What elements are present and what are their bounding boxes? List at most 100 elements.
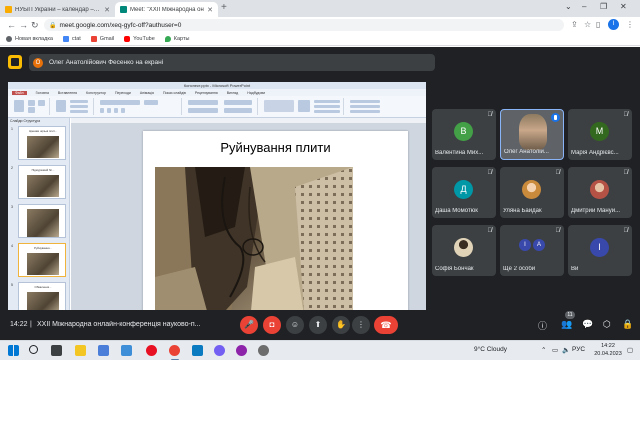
raise-hand-button[interactable]: ✋: [332, 316, 350, 334]
bookmark-maps[interactable]: Карты: [164, 36, 189, 42]
people-icon[interactable]: 👥: [561, 319, 572, 330]
task-view-icon[interactable]: [51, 345, 62, 356]
reload-icon[interactable]: ↻: [31, 19, 39, 31]
slide-editing-area: Руйнування плити: [71, 124, 426, 322]
bookmark-ctat[interactable]: ctat: [62, 36, 81, 42]
ribbon-group-font: [96, 98, 182, 115]
ribbon-tab-addins[interactable]: Надбудови: [247, 91, 265, 95]
participant-avatar: A: [533, 239, 545, 251]
chrome-icon[interactable]: [169, 345, 180, 356]
emoji-reactions-button[interactable]: ☺: [286, 316, 304, 334]
participant-tile[interactable]: 🎙̸ Д Даша Момотюк: [432, 167, 496, 218]
powerpoint-title-bar: Конспект.pptx - Microsoft PowerPoint: [8, 82, 426, 89]
more-options-button[interactable]: ⋮: [352, 316, 370, 334]
participant-name: Валентина Мих...: [435, 150, 484, 156]
teams-icon[interactable]: [192, 345, 203, 356]
host-controls-lock-icon[interactable]: 🔒: [622, 319, 633, 330]
tab-search-chevron-icon[interactable]: ⌄: [565, 2, 572, 11]
network-icon[interactable]: ▭: [552, 346, 558, 354]
activities-icon[interactable]: ⬡: [603, 319, 611, 330]
participant-tile[interactable]: 🎙̸ М Марія Андрієвс...: [568, 109, 632, 160]
bookmark-gmail[interactable]: Gmail: [90, 36, 114, 42]
slide-thumbnail[interactable]: 2 Підмурковий бл...: [11, 165, 66, 199]
opera-icon[interactable]: [146, 345, 157, 356]
tab-meet[interactable]: Meet: "XXII Міжнародна он ✕: [115, 2, 218, 17]
ribbon-tab-review[interactable]: Рецензування: [195, 91, 218, 95]
bookmark-star-icon[interactable]: ☆: [584, 20, 591, 29]
ribbon-tab-file[interactable]: Файл: [12, 90, 27, 95]
ribbon-tab-animations[interactable]: Анімація: [140, 91, 154, 95]
tray-chevron-icon[interactable]: ⌃: [541, 346, 546, 354]
participant-tile-speaking[interactable]: Олег Анатолій...: [500, 109, 564, 160]
participant-avatar: М: [590, 122, 609, 141]
meeting-info-icon[interactable]: ⓘ: [538, 319, 547, 332]
mic-muted-icon: 🎙̸: [487, 228, 493, 234]
windows-start-icon[interactable]: [8, 345, 19, 356]
mail-icon[interactable]: [121, 345, 132, 356]
participant-tile[interactable]: 🎙̸ Уляна Байдак: [500, 167, 564, 218]
mic-off-button[interactable]: 🎤: [240, 316, 258, 334]
new-tab-plus-icon[interactable]: +: [221, 2, 227, 13]
shared-screen[interactable]: Конспект.pptx - Microsoft PowerPoint Фай…: [8, 82, 426, 336]
chat-icon[interactable]: 💬: [582, 319, 593, 330]
taskbar-clock[interactable]: 14:22 20.04.2023: [590, 343, 626, 358]
sidebar-icon[interactable]: ▯: [596, 20, 600, 29]
current-slide[interactable]: Руйнування плити: [143, 131, 408, 322]
participant-avatar: Д: [454, 180, 473, 199]
participant-tile[interactable]: 🎙̸ Дмитрий Мануй...: [568, 167, 632, 218]
minimize-window-icon[interactable]: –: [582, 2, 586, 11]
youtube-icon: [124, 36, 131, 42]
ribbon-tab-slideshow[interactable]: Показ слайдів: [163, 91, 186, 95]
ribbon-tab-transitions[interactable]: Переходи: [115, 91, 131, 95]
ribbon-tab-design[interactable]: Конструктор: [86, 91, 106, 95]
tab-calendar[interactable]: НУБіП України – календар – нат ✕: [0, 2, 115, 17]
volume-icon[interactable]: 🔈: [562, 346, 570, 354]
present-screen-button[interactable]: ⬆: [309, 316, 327, 334]
app-store-icon[interactable]: [98, 345, 109, 356]
slide-thumbnail[interactable]: 1 Цінники щільні плит...: [11, 126, 66, 160]
search-icon[interactable]: [29, 345, 38, 354]
viber-icon[interactable]: [214, 345, 225, 356]
participant-name: Ще 2 особи: [503, 266, 536, 272]
kebab-menu-icon[interactable]: ⋮: [626, 20, 634, 29]
ribbon-tab-home[interactable]: Головна: [36, 91, 49, 95]
restore-window-icon[interactable]: ❐: [600, 2, 607, 11]
participant-count-badge: 11: [565, 311, 575, 319]
profile-avatar[interactable]: I: [608, 19, 619, 30]
slide-title: Руйнування плити: [220, 140, 331, 155]
share-icon[interactable]: ⇪: [571, 20, 578, 29]
close-tab-icon[interactable]: ✕: [207, 6, 213, 14]
maps-pin-icon: [164, 36, 171, 42]
back-arrow-icon[interactable]: ←: [7, 19, 16, 31]
participant-photo-avatar: [522, 180, 541, 199]
participant-video: [519, 114, 547, 150]
thumbnail-image: [27, 136, 59, 158]
settings-icon[interactable]: [258, 345, 269, 356]
participant-tile[interactable]: 🎙̸ Софія Бончак: [432, 225, 496, 276]
close-tab-icon[interactable]: ✕: [104, 6, 110, 14]
chrome-profile-icon[interactable]: [236, 345, 247, 356]
meet-window: O Олег Анатолійович Фесенко на екрані Ко…: [0, 47, 640, 340]
leave-call-button[interactable]: ☎: [374, 316, 398, 334]
ribbon-tab-insert[interactable]: Вставлення: [58, 91, 77, 95]
globe-icon: [6, 36, 12, 42]
participant-tile[interactable]: 🎙̸ В Валентина Мих...: [432, 109, 496, 160]
address-bar[interactable]: 🔒 meet.google.com/xeq-gyfc-off?authuser=…: [44, 19, 564, 31]
slide-thumbnail-selected[interactable]: 4 Руйнування...: [11, 243, 66, 277]
participant-tile-group[interactable]: 🎙̸ I A Ще 2 особи: [500, 225, 564, 276]
ribbon-tab-view[interactable]: Вигляд: [227, 91, 238, 95]
close-window-icon[interactable]: ✕: [620, 2, 627, 11]
file-explorer-icon[interactable]: [75, 345, 86, 356]
weather-widget[interactable]: 9°C Cloudy: [474, 346, 507, 353]
meet-favicon-icon: [120, 6, 127, 13]
notifications-icon[interactable]: ▢: [627, 346, 633, 354]
participant-tile-self[interactable]: 🎙̸ I Ви: [568, 225, 632, 276]
forward-arrow-icon[interactable]: →: [19, 19, 28, 31]
camera-off-button[interactable]: ◘: [263, 316, 281, 334]
slides-pane-tabs[interactable]: Слайди Структура: [10, 119, 40, 123]
bookmark-youtube[interactable]: YouTube: [124, 36, 155, 42]
presentation-icon[interactable]: [8, 55, 22, 69]
language-indicator[interactable]: РУС: [572, 346, 585, 353]
slide-thumbnail[interactable]: 3: [11, 204, 66, 238]
bookmark-new-tab[interactable]: Новая вкладка: [6, 36, 53, 42]
